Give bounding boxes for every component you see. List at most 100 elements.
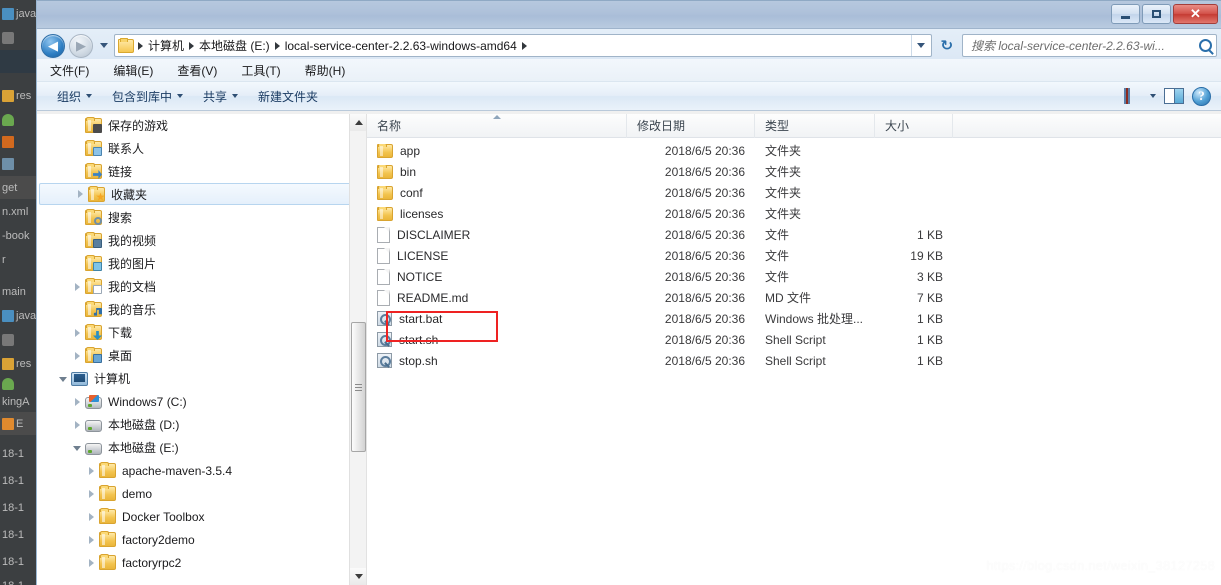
minimize-button[interactable] [1111,4,1140,24]
command-3[interactable]: 新建文件夹 [248,85,328,108]
preview-pane-button[interactable] [1164,88,1184,104]
table-row[interactable]: stop.sh 2018/6/5 20:36 Shell Script 1 KB [367,350,1221,371]
help-button[interactable]: ? [1192,86,1211,106]
close-button[interactable]: ✕ [1173,4,1218,24]
refresh-button[interactable]: ↻ [936,34,958,57]
collapse-arrow-icon[interactable] [69,444,85,451]
ide-tree-row: 18-1 [0,496,36,519]
file-name-cell: README.md [367,289,627,306]
collapse-arrow-icon[interactable] [55,375,71,382]
ide-tree-row: r [0,248,36,271]
tree-item-6[interactable]: 我的图片 [37,252,366,275]
table-row[interactable]: conf 2018/6/5 20:36 文件夹 [367,182,1221,203]
scroll-down-button[interactable] [350,568,366,585]
tree-item-2[interactable]: 链接 [37,160,366,183]
expand-arrow-icon[interactable] [83,512,99,521]
tree-item-0[interactable]: 保存的游戏 [37,114,366,137]
column-header-name[interactable]: 名称 [367,114,627,138]
ide-tree-row [0,328,36,351]
tree-item-11[interactable]: 计算机 [37,367,366,390]
menu-item-2[interactable]: 查看(V) [174,60,220,81]
address-history-button[interactable] [911,35,929,56]
breadcrumb-item-computer[interactable]: 计算机 [145,35,187,56]
table-row[interactable]: bin 2018/6/5 20:36 文件夹 [367,161,1221,182]
tree-item-9[interactable]: 下载 [37,321,366,344]
file-name-label: stop.sh [399,353,438,368]
recent-pages-button[interactable] [97,43,110,48]
tree-item-12[interactable]: Windows7 (C:) [37,390,366,413]
tree-item-7[interactable]: 我的文档 [37,275,366,298]
breadcrumb-item-drive-e[interactable]: 本地磁盘 (E:) [196,35,273,56]
expand-arrow-icon[interactable] [69,397,85,406]
table-row[interactable]: start.bat 2018/6/5 20:36 Windows 批处理... 1 K… [367,308,1221,329]
tree-item-13[interactable]: 本地磁盘 (D:) [37,413,366,436]
expand-arrow-icon[interactable] [69,328,85,337]
tree-item-label: 我的图片 [108,257,157,271]
menu-item-1[interactable]: 编辑(E) [110,60,156,81]
breadcrumb: 计算机 本地磁盘 (E:) local-service-center-2.2.6… [118,35,911,56]
window-controls: ✕ [1111,4,1218,24]
table-row[interactable]: licenses 2018/6/5 20:36 文件夹 [367,203,1221,224]
back-button[interactable]: ◀ [41,33,65,58]
script-icon [377,311,392,326]
tree-item-label: Windows7 (C:) [108,394,187,409]
tree-item-19[interactable]: factoryrpc2 [37,551,366,574]
scroll-up-button[interactable] [350,114,366,131]
tree-item-17[interactable]: Docker Toolbox [37,505,366,528]
address-bar[interactable]: 计算机 本地磁盘 (E:) local-service-center-2.2.6… [114,34,932,57]
table-row[interactable]: start.sh 2018/6/5 20:36 Shell Script 1 KB [367,329,1221,350]
tree-item-label: apache-maven-3.5.4 [122,463,233,478]
table-row[interactable]: NOTICE 2018/6/5 20:36 文件 3 KB [367,266,1221,287]
tree-item-15[interactable]: apache-maven-3.5.4 [37,459,366,482]
folder-searches-icon [85,209,102,225]
command-1[interactable]: 包含到库中 [102,85,193,108]
expand-arrow-icon[interactable] [69,420,85,429]
search-input[interactable]: 搜索 local-service-center-2.2.63-wi... [962,34,1217,57]
menu-item-0[interactable]: 文件(F) [47,60,92,81]
column-header-date[interactable]: 修改日期 [627,114,755,138]
command-2[interactable]: 共享 [193,85,248,108]
expand-arrow-icon[interactable] [72,190,88,198]
menu-item-4[interactable]: 帮助(H) [302,60,349,81]
command-0[interactable]: 组织 [47,85,102,108]
maximize-button[interactable] [1142,4,1171,24]
expand-arrow-icon[interactable] [83,466,99,475]
computer-icon [71,371,88,386]
expand-arrow-icon[interactable] [83,535,99,544]
tree-item-1[interactable]: 联系人 [37,137,366,160]
navigation-scrollbar[interactable] [349,114,366,585]
tree-item-10[interactable]: 桌面 [37,344,366,367]
tree-item-16[interactable]: demo [37,482,366,505]
file-date-cell: 2018/6/5 20:36 [664,248,745,263]
tree-item-3[interactable]: 收藏夹 [39,183,365,205]
explorer-window: ✕ ◀ ▶ 计算机 本地磁盘 (E:) local-service-center… [36,0,1221,585]
change-view-button[interactable] [1124,88,1156,104]
tree-item-8[interactable]: 我的音乐 [37,298,366,321]
title-bar: ✕ [37,1,1221,29]
expand-arrow-icon[interactable] [69,282,85,291]
chevron-down-icon [177,94,184,98]
menu-bar: 文件(F) 编辑(E) 查看(V) 工具(T) 帮助(H) [37,59,1221,81]
folder-overlay-icon [93,354,102,363]
scrollbar-thumb[interactable] [351,322,366,452]
table-row[interactable]: DISCLAIMER 2018/6/5 20:36 文件 1 KB [367,224,1221,245]
expand-arrow-icon[interactable] [69,351,85,360]
tree-item-4[interactable]: 搜索 [37,206,366,229]
table-row[interactable]: app 2018/6/5 20:36 文件夹 [367,140,1221,161]
menu-item-3[interactable]: 工具(T) [238,60,283,81]
column-header-size[interactable]: 大小 [875,114,953,138]
column-header-type[interactable]: 类型 [755,114,875,138]
forward-button[interactable]: ▶ [69,33,93,58]
tree-item-18[interactable]: factory2demo [37,528,366,551]
expand-arrow-icon[interactable] [83,558,99,567]
table-row[interactable]: README.md 2018/6/5 20:36 MD 文件 7 KB [367,287,1221,308]
ide-tree-row: E [0,412,36,435]
document-icon [377,289,390,306]
folder-overlay-icon [93,124,102,133]
ide-node-icon [2,135,14,148]
expand-arrow-icon[interactable] [83,489,99,498]
tree-item-5[interactable]: 我的视频 [37,229,366,252]
table-row[interactable]: LICENSE 2018/6/5 20:36 文件 19 KB [367,245,1221,266]
breadcrumb-item-folder[interactable]: local-service-center-2.2.63-windows-amd6… [282,37,520,55]
tree-item-14[interactable]: 本地磁盘 (E:) [37,436,366,459]
